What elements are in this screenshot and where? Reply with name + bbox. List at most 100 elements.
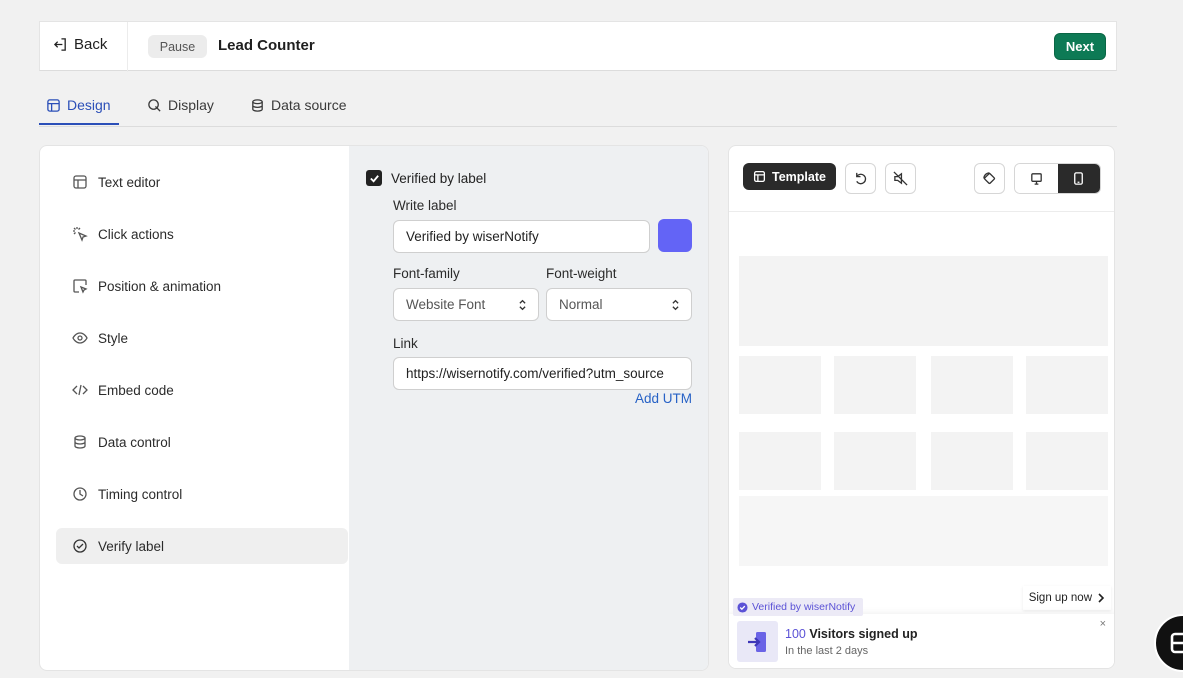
back-label: Back <box>74 36 108 53</box>
font-family-title: Font-family <box>393 266 460 281</box>
header-divider <box>127 22 128 72</box>
desktop-view-button[interactable] <box>1015 164 1058 193</box>
notification-close-button[interactable]: × <box>1100 618 1106 630</box>
skeleton-block <box>1026 432 1108 490</box>
skeleton-block <box>1026 356 1108 414</box>
template-button[interactable]: Template <box>743 163 836 190</box>
tab-display-label: Display <box>168 97 214 113</box>
skeleton-block <box>739 496 1108 566</box>
preview-panel: Template Sign up now Verified by wiserNo… <box>728 145 1115 669</box>
checkbox-label: Verified by label <box>391 170 487 186</box>
chevron-up-down-icon <box>672 299 679 310</box>
design-icon <box>47 98 60 112</box>
font-weight-select[interactable]: Normal <box>546 288 692 321</box>
checkmark-icon <box>369 174 379 183</box>
mobile-view-button[interactable] <box>1057 164 1100 193</box>
pause-button[interactable]: Pause <box>148 35 207 58</box>
sidebar-item-timing-control[interactable]: Timing control <box>56 476 348 512</box>
skeleton-block <box>834 356 916 414</box>
tab-display[interactable]: Display <box>147 97 214 113</box>
sidebar-item-label: Position & animation <box>98 278 222 294</box>
font-family-select[interactable]: Website Font <box>393 288 539 321</box>
chat-widget-button[interactable] <box>1154 614 1183 672</box>
template-label: Template <box>772 169 826 184</box>
brand-logo-icon <box>1170 632 1183 654</box>
notification-headline-text: Visitors signed up <box>809 627 918 641</box>
tab-bar: Design Display Data source <box>39 90 1117 127</box>
write-label-title: Write label <box>393 198 457 213</box>
notification-headline: 100 Visitors signed up <box>785 627 917 641</box>
verified-badge: Verified by wiserNotify <box>733 598 864 616</box>
eye-icon <box>72 332 88 344</box>
back-button[interactable]: Back <box>53 36 107 53</box>
label-color-swatch[interactable] <box>658 219 692 252</box>
page-title: Lead Counter <box>218 37 315 54</box>
signup-cta[interactable]: Sign up now <box>1022 586 1111 610</box>
tab-design[interactable]: Design <box>46 97 111 113</box>
skeleton-block <box>931 432 1013 490</box>
display-icon <box>148 98 161 112</box>
chevron-right-icon <box>1098 593 1105 603</box>
sidebar-item-label: Verify label <box>98 538 165 554</box>
sidebar-item-style[interactable]: Style <box>56 320 348 356</box>
verified-label-checkbox-row[interactable]: Verified by label <box>366 170 486 186</box>
active-tab-indicator <box>39 123 119 125</box>
notification-icon-box <box>737 621 778 662</box>
rotate-icon <box>983 172 996 185</box>
verify-label-settings: Verified by label Write label Verified b… <box>349 146 708 670</box>
check-circle-icon <box>73 539 87 553</box>
add-utm-link[interactable]: Add UTM <box>635 391 692 406</box>
undo-icon <box>856 172 867 185</box>
preview-toolbar: Template <box>729 146 1114 212</box>
skeleton-block <box>834 432 916 490</box>
sidebar-item-position-animation[interactable]: Position & animation <box>56 268 348 304</box>
skeleton-block <box>739 432 821 490</box>
verified-check-icon <box>737 601 748 613</box>
tab-data-source[interactable]: Data source <box>250 97 346 113</box>
mobile-icon <box>1074 172 1084 185</box>
database-icon <box>74 435 86 449</box>
database-icon <box>252 98 263 112</box>
sidebar-item-label: Style <box>98 330 129 346</box>
sidebar-item-embed-code[interactable]: Embed code <box>56 372 348 408</box>
chevron-up-down-icon <box>519 299 526 310</box>
code-icon <box>72 384 88 396</box>
desktop-icon <box>1030 173 1042 185</box>
device-toggle <box>1014 163 1101 194</box>
skeleton-block <box>931 356 1013 414</box>
sidebar-item-label: Text editor <box>98 174 161 190</box>
font-weight-value: Normal <box>559 297 603 312</box>
clock-icon <box>73 487 87 501</box>
font-weight-title: Font-weight <box>546 266 617 281</box>
next-button[interactable]: Next <box>1054 33 1106 60</box>
skeleton-block <box>739 356 821 414</box>
sidebar-item-verify-label[interactable]: Verify label <box>56 528 348 564</box>
notification-count: 100 <box>785 627 806 641</box>
notification-subtext: In the last 2 days <box>785 645 869 657</box>
link-title: Link <box>393 336 418 351</box>
sidebar-item-data-control[interactable]: Data control <box>56 424 348 460</box>
mute-button[interactable] <box>885 163 916 194</box>
tab-design-label: Design <box>67 97 111 113</box>
reset-button[interactable] <box>845 163 876 194</box>
animation-preview-button[interactable] <box>974 163 1005 194</box>
signup-label: Sign up now <box>1028 592 1092 604</box>
top-bar: Back Pause Lead Counter Next <box>39 21 1117 72</box>
sign-in-icon <box>747 631 766 652</box>
sidebar-item-click-actions[interactable]: Click actions <box>56 216 348 252</box>
settings-sidebar: Text editor Click actions Position & ani… <box>40 146 349 670</box>
notification-card <box>729 614 1114 668</box>
layout-icon <box>73 175 87 189</box>
link-input[interactable]: https://wisernotify.com/verified?utm_sou… <box>393 357 692 390</box>
settings-panel: Text editor Click actions Position & ani… <box>39 145 709 671</box>
sidebar-item-label: Timing control <box>98 486 183 502</box>
write-label-input[interactable]: Verified by wiserNotify <box>393 220 650 253</box>
tab-data-source-label: Data source <box>271 97 347 113</box>
sound-off-icon <box>893 171 908 186</box>
template-icon <box>753 170 766 183</box>
sidebar-item-text-editor[interactable]: Text editor <box>56 164 348 200</box>
verified-label-checkbox[interactable] <box>366 170 382 186</box>
cursor-click-icon <box>73 227 88 242</box>
position-icon <box>73 279 88 294</box>
sidebar-item-label: Embed code <box>98 382 174 398</box>
